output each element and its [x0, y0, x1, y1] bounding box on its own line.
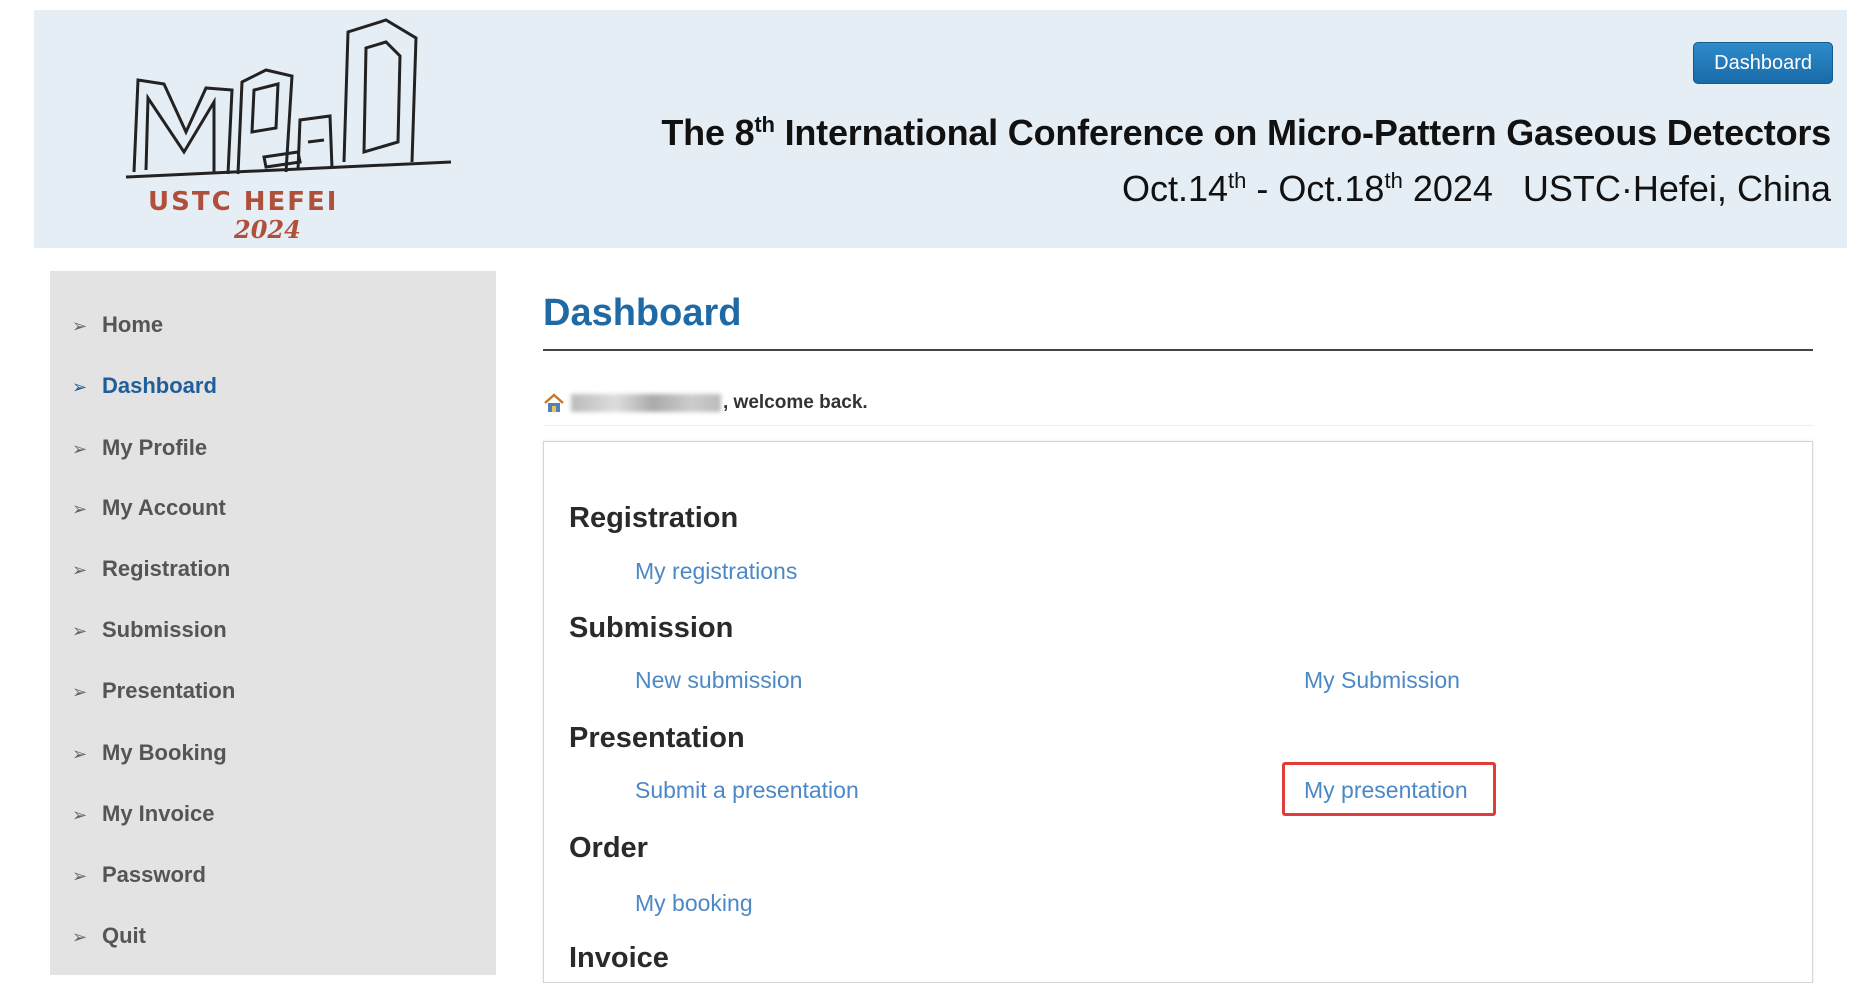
user-name-blurred	[571, 394, 721, 412]
section-submission-heading: Submission	[569, 612, 734, 644]
date-end: - Oct.18	[1246, 168, 1385, 209]
sidebar-item-home[interactable]: ➢ Home	[72, 308, 163, 342]
highlight-annotation	[1282, 762, 1496, 816]
dashboard-button[interactable]: Dashboard	[1693, 42, 1833, 84]
page-title: Dashboard	[543, 292, 742, 334]
chevron-right-icon: ➢	[72, 744, 88, 764]
welcome-text: , welcome back.	[723, 392, 868, 413]
logo-year-text: 2024	[233, 215, 301, 242]
sidebar-item-label: Password	[102, 862, 206, 887]
sidebar-item-label: Quit	[102, 923, 146, 948]
sidebar-item-my-invoice[interactable]: ➢ My Invoice	[72, 797, 214, 831]
sidebar-item-label: My Profile	[102, 435, 208, 460]
mpgd-logo-icon: USTC HEFEI 2024	[125, 18, 452, 242]
chevron-right-icon: ➢	[72, 621, 88, 641]
date-start: Oct.14	[1121, 168, 1229, 209]
my-registrations-link[interactable]: My registrations	[635, 558, 797, 585]
sidebar-item-my-profile[interactable]: ➢ My Profile	[72, 431, 207, 465]
section-registration-heading: Registration	[569, 502, 739, 534]
chevron-right-icon: ➢	[72, 560, 88, 580]
chevron-right-icon: ➢	[72, 927, 88, 947]
conference-title-pre: The 8	[661, 112, 755, 153]
sidebar-nav: ➢ Home ➢ Dashboard ➢ My Profile ➢ My Account…	[50, 271, 496, 975]
sidebar-item-registration[interactable]: ➢ Registration	[72, 552, 230, 586]
sidebar-item-label: My Invoice	[102, 801, 215, 826]
sidebar-item-label: My Booking	[102, 740, 227, 765]
header-banner: USTC HEFEI 2024 Dashboard The 8th Intern…	[34, 10, 1847, 248]
sidebar-item-label: Dashboard	[102, 373, 217, 398]
section-invoice-heading: Invoice	[569, 942, 669, 974]
sidebar-item-dashboard[interactable]: ➢ Dashboard	[72, 369, 217, 403]
conference-dates: Oct.14th - Oct.18th 2024 USTC·Hefei, Chi…	[1122, 168, 1831, 210]
date-end-sup: th	[1384, 168, 1403, 193]
chevron-right-icon: ➢	[72, 805, 88, 825]
title-divider	[543, 349, 1813, 351]
sidebar-item-my-booking[interactable]: ➢ My Booking	[72, 736, 227, 770]
sidebar-item-label: My Account	[102, 495, 226, 520]
my-booking-link[interactable]: My booking	[635, 890, 753, 917]
chevron-right-icon: ➢	[72, 377, 88, 397]
my-submission-link[interactable]: My Submission	[1304, 667, 1460, 694]
date-location: 2024 USTC·Hefei, China	[1402, 168, 1831, 209]
sidebar-item-submission[interactable]: ➢ Submission	[72, 613, 227, 647]
conference-title: The 8th International Conference on Micr…	[661, 112, 1831, 154]
home-icon	[544, 393, 564, 412]
section-order-heading: Order	[569, 832, 648, 864]
chevron-right-icon: ➢	[72, 316, 88, 336]
submit-presentation-link[interactable]: Submit a presentation	[635, 777, 859, 804]
sidebar-item-presentation[interactable]: ➢ Presentation	[72, 674, 235, 708]
sidebar-item-label: Submission	[102, 617, 227, 642]
chevron-right-icon: ➢	[72, 439, 88, 459]
new-submission-link[interactable]: New submission	[635, 667, 802, 694]
sidebar-item-password[interactable]: ➢ Password	[72, 858, 206, 892]
conference-title-sup: th	[754, 112, 775, 137]
sidebar-item-my-account[interactable]: ➢ My Account	[72, 491, 226, 525]
chevron-right-icon: ➢	[72, 866, 88, 886]
chevron-right-icon: ➢	[72, 682, 88, 702]
section-presentation-heading: Presentation	[569, 722, 745, 754]
welcome-message: , welcome back.	[543, 388, 868, 418]
sidebar-item-label: Presentation	[102, 678, 236, 703]
logo-place-text: USTC HEFEI	[148, 187, 338, 217]
sidebar-item-label: Registration	[102, 556, 231, 581]
conference-logo[interactable]: USTC HEFEI 2024	[86, 12, 466, 242]
chevron-right-icon: ➢	[72, 499, 88, 519]
sidebar-item-quit[interactable]: ➢ Quit	[72, 919, 146, 953]
welcome-divider	[543, 425, 1813, 426]
date-start-sup: th	[1228, 168, 1247, 193]
conference-title-post: International Conference on Micro-Patter…	[774, 112, 1832, 153]
sidebar-item-label: Home	[102, 312, 164, 337]
